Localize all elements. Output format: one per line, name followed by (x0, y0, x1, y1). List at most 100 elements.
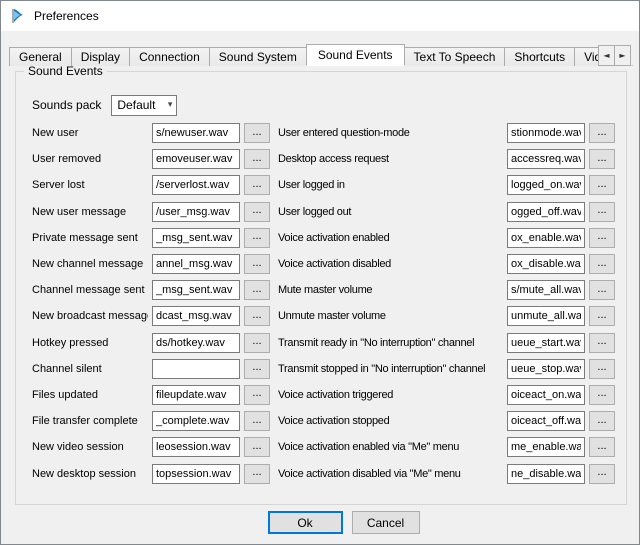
tab-sound-system[interactable]: Sound System (209, 47, 307, 66)
sound-events-groupbox: Sound Events Sounds pack Default ▾ New u… (15, 71, 627, 505)
titlebar: Preferences (1, 1, 639, 31)
sound-file-input[interactable] (152, 359, 240, 379)
sounds-pack-select[interactable]: Default ▾ (111, 95, 177, 116)
sound-file-input[interactable] (152, 202, 240, 222)
sound-event-label: File transfer complete (32, 415, 148, 427)
browse-button[interactable]: ... (244, 254, 270, 274)
sound-event-label: New video session (32, 441, 148, 453)
tab-connection[interactable]: Connection (129, 47, 210, 66)
browse-button[interactable]: ... (589, 280, 615, 300)
browse-button[interactable]: ... (244, 175, 270, 195)
sound-file-input[interactable] (152, 280, 240, 300)
sound-file-input[interactable] (507, 202, 585, 222)
sound-file-input[interactable] (507, 254, 585, 274)
sound-file-input[interactable] (507, 228, 585, 248)
sound-file-input[interactable] (507, 333, 585, 353)
chevron-down-icon: ▾ (168, 100, 173, 110)
sound-file-input[interactable] (152, 464, 240, 484)
browse-button[interactable]: ... (244, 385, 270, 405)
sound-file-input[interactable] (507, 464, 585, 484)
sound-event-label: Voice activation disabled (278, 258, 503, 270)
browse-button[interactable]: ... (589, 175, 615, 195)
browse-button[interactable]: ... (589, 228, 615, 248)
browse-button[interactable]: ... (244, 411, 270, 431)
sound-event-label: Hotkey pressed (32, 337, 148, 349)
sound-file-input[interactable] (152, 437, 240, 457)
sound-event-label: Files updated (32, 389, 148, 401)
browse-button[interactable]: ... (589, 359, 615, 379)
sound-file-input[interactable] (152, 254, 240, 274)
tab-general[interactable]: General (9, 47, 72, 66)
browse-button[interactable]: ... (589, 149, 615, 169)
sound-event-label: New user (32, 127, 148, 139)
ok-button[interactable]: Ok (268, 511, 343, 534)
browse-button[interactable]: ... (589, 464, 615, 484)
browse-button[interactable]: ... (244, 280, 270, 300)
sound-file-input[interactable] (152, 411, 240, 431)
sound-file-input[interactable] (507, 437, 585, 457)
browse-button[interactable]: ... (244, 149, 270, 169)
browse-button[interactable]: ... (589, 123, 615, 143)
browse-button[interactable]: ... (244, 464, 270, 484)
browse-button[interactable]: ... (589, 202, 615, 222)
tab-scroll-right-button[interactable]: ► (614, 45, 631, 66)
tab-shortcuts[interactable]: Shortcuts (504, 47, 575, 66)
browse-button[interactable]: ... (589, 385, 615, 405)
sounds-pack-label: Sounds pack (32, 98, 101, 112)
sound-file-input[interactable] (507, 149, 585, 169)
sound-event-label: New broadcast message (32, 310, 148, 322)
sound-file-input[interactable] (507, 385, 585, 405)
browse-button[interactable]: ... (244, 306, 270, 326)
groupbox-title: Sound Events (24, 64, 107, 78)
dialog-footer: Ok Cancel (1, 511, 639, 534)
tab-scroll-left-button[interactable]: ◄ (598, 45, 615, 66)
browse-button[interactable]: ... (244, 202, 270, 222)
tab-bar: GeneralDisplayConnectionSound SystemSoun… (9, 44, 633, 66)
browse-button[interactable]: ... (589, 306, 615, 326)
left-column: New user ... User removed ... Server los… (32, 120, 270, 487)
browse-button[interactable]: ... (244, 359, 270, 379)
tab-sound-events[interactable]: Sound Events (306, 44, 405, 66)
sound-file-input[interactable] (507, 306, 585, 326)
sound-file-input[interactable] (152, 149, 240, 169)
sound-file-input[interactable] (152, 306, 240, 326)
sound-file-input[interactable] (152, 333, 240, 353)
sound-file-input[interactable] (152, 175, 240, 195)
browse-button[interactable]: ... (244, 228, 270, 248)
sound-file-input[interactable] (152, 228, 240, 248)
sound-event-label: Transmit stopped in "No interruption" ch… (278, 363, 503, 375)
sound-file-input[interactable] (152, 123, 240, 143)
browse-button[interactable]: ... (589, 333, 615, 353)
sound-file-input[interactable] (507, 280, 585, 300)
window-title: Preferences (34, 9, 99, 23)
browse-button[interactable]: ... (589, 411, 615, 431)
sounds-pack-row: Sounds pack Default ▾ (32, 94, 177, 116)
browse-button[interactable]: ... (244, 437, 270, 457)
cancel-button[interactable]: Cancel (352, 511, 420, 534)
sound-file-input[interactable] (152, 385, 240, 405)
sound-event-label: New desktop session (32, 468, 148, 480)
tab-scroll-buttons: ◄ ► (599, 45, 631, 66)
sound-event-label: Voice activation enabled (278, 232, 503, 244)
tab-display[interactable]: Display (71, 47, 130, 66)
sound-event-label: Server lost (32, 179, 148, 191)
sound-event-label: Voice activation triggered (278, 389, 503, 401)
sound-event-label: Voice activation enabled via "Me" menu (278, 441, 503, 453)
browse-button[interactable]: ... (244, 123, 270, 143)
tab-text-to-speech[interactable]: Text To Speech (404, 47, 506, 66)
browse-button[interactable]: ... (589, 254, 615, 274)
sound-events-grid: New user ... User removed ... Server los… (32, 120, 615, 487)
sound-file-input[interactable] (507, 123, 585, 143)
sound-file-input[interactable] (507, 359, 585, 379)
sound-event-label: Channel message sent (32, 284, 148, 296)
browse-button[interactable]: ... (589, 437, 615, 457)
sound-file-input[interactable] (507, 175, 585, 195)
sound-event-label: User removed (32, 153, 148, 165)
sound-event-label: Voice activation stopped (278, 415, 503, 427)
browse-button[interactable]: ... (244, 333, 270, 353)
sound-event-label: Mute master volume (278, 284, 503, 296)
sound-event-label: New user message (32, 206, 148, 218)
sound-file-input[interactable] (507, 411, 585, 431)
sounds-pack-value: Default (117, 98, 155, 112)
sound-event-label: User logged out (278, 206, 503, 218)
